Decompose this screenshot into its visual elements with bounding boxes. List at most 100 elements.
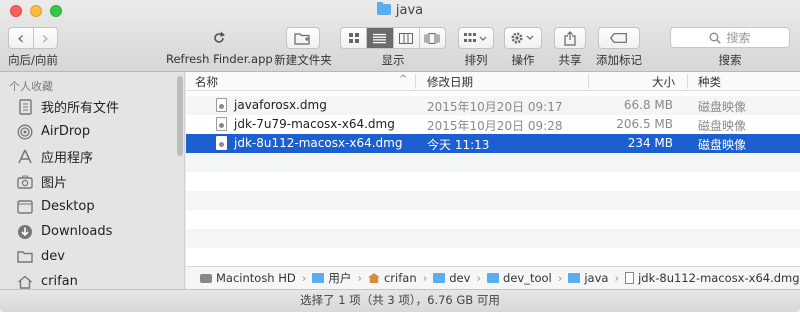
- sidebar-item-all-files[interactable]: 我的所有文件: [0, 94, 184, 119]
- empty-row: [186, 229, 800, 248]
- icon-view-button[interactable]: [341, 28, 368, 48]
- new-folder-icon: [294, 32, 310, 45]
- disk-image-icon: [216, 117, 227, 131]
- sidebar-item-pictures[interactable]: 图片: [0, 169, 184, 194]
- path-separator-icon: ›: [357, 271, 362, 285]
- disk-image-icon: [216, 136, 227, 150]
- column-kind[interactable]: 种类: [698, 74, 721, 90]
- path-item[interactable]: dev: [433, 271, 470, 285]
- back-forward-control: ‹ ›: [8, 27, 58, 49]
- file-kind: 磁盘映像: [698, 138, 747, 152]
- column-view-button[interactable]: [394, 28, 420, 48]
- file-name: javaforosx.dmg: [234, 98, 327, 112]
- file-date: 今天 11:13: [427, 138, 490, 152]
- camera-icon: [16, 173, 34, 191]
- file-size: 234 MB: [627, 136, 673, 150]
- empty-row: [186, 248, 800, 267]
- cover-flow-icon: [424, 32, 440, 44]
- list-view-button[interactable]: [367, 28, 394, 48]
- empty-row: [186, 172, 800, 191]
- sidebar-item-dev[interactable]: dev: [0, 244, 184, 269]
- path-item[interactable]: crifan: [367, 271, 417, 285]
- sidebar-item-airdrop[interactable]: AirDrop: [0, 119, 184, 144]
- file-kind: 磁盘映像: [698, 100, 747, 114]
- file-size: 206.5 MB: [616, 117, 673, 131]
- status-bar: 选择了 1 项（共 3 项），6.76 GB 可用: [0, 289, 800, 312]
- file-row-selected[interactable]: jdk-8u112-macosx-x64.dmg 今天 11:13 234 MB…: [186, 134, 800, 153]
- path-item[interactable]: java: [568, 271, 608, 285]
- action-label: 操作: [511, 53, 535, 67]
- window-title: java: [0, 2, 800, 18]
- path-item[interactable]: jdk-8u112-macosx-x64.dmg: [625, 271, 800, 285]
- tag-icon: [610, 33, 627, 43]
- share-icon: [564, 30, 576, 46]
- sidebar-item-desktop[interactable]: Desktop: [0, 194, 184, 219]
- download-icon: [16, 223, 34, 241]
- back-button[interactable]: ‹: [9, 28, 34, 48]
- refresh-label: Refresh Finder.app: [166, 52, 273, 66]
- empty-row: [186, 191, 800, 210]
- column-date[interactable]: 修改日期: [427, 74, 473, 90]
- new-folder-button[interactable]: [286, 27, 320, 49]
- grid-icon: [348, 33, 359, 43]
- all-files-icon: [16, 98, 34, 116]
- home-icon: [16, 273, 34, 290]
- path-item[interactable]: dev_tool: [487, 271, 552, 285]
- file-size: 66.8 MB: [623, 98, 673, 112]
- folder-icon: [568, 273, 581, 283]
- sidebar-item-applications[interactable]: 应用程序: [0, 144, 184, 169]
- add-tag-button[interactable]: [598, 27, 640, 49]
- path-item[interactable]: 用户: [312, 270, 351, 286]
- path-separator-icon: ›: [422, 271, 428, 285]
- search-placeholder: 搜索: [726, 31, 751, 45]
- cover-flow-view-button[interactable]: [420, 28, 445, 48]
- new-folder-label: 新建文件夹: [274, 53, 332, 67]
- folder-icon: [312, 273, 325, 283]
- path-separator-icon: ›: [476, 271, 482, 285]
- column-name[interactable]: 名称: [195, 74, 218, 90]
- share-button[interactable]: [554, 27, 586, 49]
- file-kind: 磁盘映像: [698, 119, 747, 133]
- path-separator-icon: ›: [301, 271, 307, 285]
- tags-label: 添加标记: [596, 53, 642, 67]
- home-icon: [367, 273, 380, 283]
- toolbar: java ‹ › 向后/向前 Refresh Finder.app 新建文件夹: [0, 0, 800, 72]
- sort-arrow-icon: ^: [399, 74, 408, 85]
- action-button[interactable]: [504, 27, 542, 49]
- path-bar: Macintosh HD › 用户 › crifan › dev › dev_t…: [186, 266, 800, 289]
- folder-icon: [16, 248, 34, 266]
- sidebar-section-favorites: 个人收藏: [9, 80, 53, 93]
- path-separator-icon: ›: [614, 271, 620, 285]
- sidebar-item-crifan[interactable]: crifan: [0, 269, 184, 290]
- path-item[interactable]: Macintosh HD: [200, 271, 296, 285]
- file-row[interactable]: jdk-7u79-macosx-x64.dmg 2015年10月20日 09:2…: [186, 115, 800, 134]
- path-separator-icon: ›: [557, 271, 563, 285]
- share-label: 共享: [558, 53, 582, 67]
- empty-row: [186, 210, 800, 229]
- file-name: jdk-8u112-macosx-x64.dmg: [234, 136, 403, 150]
- sidebar-scrollbar[interactable]: [177, 76, 183, 156]
- list-icon: [373, 33, 387, 43]
- folder-icon: [433, 273, 446, 283]
- file-date: 2015年10月20日 09:28: [427, 119, 563, 133]
- file-row[interactable]: javaforosx.dmg 2015年10月20日 09:17 66.8 MB…: [186, 96, 800, 115]
- arrange-button[interactable]: [458, 27, 494, 49]
- refresh-button[interactable]: [208, 28, 230, 48]
- airdrop-icon: [16, 123, 34, 141]
- view-label: 显示: [381, 53, 405, 67]
- disk-image-icon: [216, 98, 227, 112]
- arrange-label: 排列: [464, 53, 488, 67]
- forward-button[interactable]: ›: [34, 28, 58, 48]
- file-name: jdk-7u79-macosx-x64.dmg: [234, 117, 395, 131]
- column-size[interactable]: 大小: [652, 74, 675, 90]
- search-label: 搜索: [718, 53, 742, 67]
- disk-icon: [200, 273, 212, 283]
- search-icon: [710, 32, 722, 44]
- arrange-icon: [464, 33, 487, 42]
- search-input[interactable]: 搜索: [670, 27, 790, 48]
- desktop-icon: [16, 198, 34, 216]
- sidebar-item-downloads[interactable]: Downloads: [0, 219, 184, 244]
- columns-icon: [399, 32, 414, 44]
- gear-icon: [511, 32, 534, 44]
- view-mode-control: [340, 27, 446, 49]
